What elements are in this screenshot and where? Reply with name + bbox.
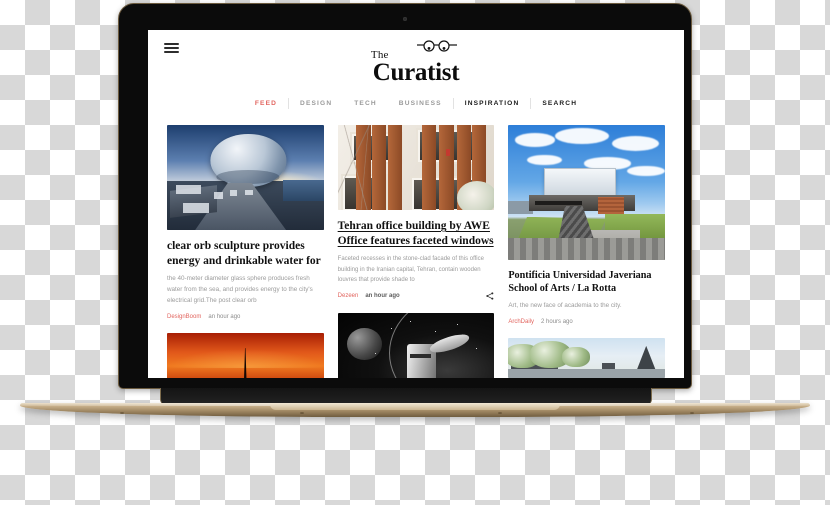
article-source[interactable]: DesignBoom [167,314,201,320]
article-excerpt: Art, the new face of academia to the cit… [508,302,622,310]
article-thumbnail-faceted-facade[interactable] [337,125,495,210]
laptop-foot [300,412,304,414]
feed-column-1: clear orb sculpture provides energy and … [167,125,324,378]
article-title[interactable]: Pontificia Universidad Javeriana School … [508,269,665,295]
main-nav: FEED DESIGN TECH BUSINESS INSPIRATION SE… [148,98,684,109]
laptop-screen: The Curatist FEED DESIGN TECH BUSINESS I… [148,30,684,378]
article-card[interactable] [167,332,324,378]
laptop-foot [690,412,694,414]
logo-name-text: Curatist [372,59,460,86]
article-timestamp: an hour ago [365,293,400,300]
eyeglasses-icon [416,40,458,59]
article-grid: clear orb sculpture provides energy and … [167,125,665,378]
nav-item-business[interactable]: BUSINESS [388,100,453,107]
article-meta: DesignBoom an hour ago [167,314,324,320]
article-excerpt: the 40-meter diameter glass sphere produ… [167,275,313,304]
site-logo[interactable]: The Curatist [148,30,684,85]
article-thumbnail-university-building[interactable] [508,125,665,260]
article-meta: Dezeen an hour ago [338,292,495,300]
article-excerpt: Faceted recesses in the stone-clad facad… [337,256,484,283]
article-thumbnail-trees-rooftops[interactable] [508,337,665,378]
hamburger-menu-icon[interactable] [164,43,179,53]
nav-item-inspiration[interactable]: INSPIRATION [454,100,531,107]
article-source[interactable]: ArchDaily [508,319,534,325]
article-card[interactable]: clear orb sculpture provides energy and … [167,125,324,320]
nav-item-tech[interactable]: TECH [343,100,388,107]
article-card[interactable]: Tehran office building by AWE Office fea… [337,125,495,301]
article-thumbnail-sunset-spire[interactable] [167,332,324,378]
webcam-icon [403,17,407,21]
nav-item-search[interactable]: SEARCH [531,100,588,107]
article-meta: ArchDaily 2 hours ago [508,319,665,325]
webpage: The Curatist FEED DESIGN TECH BUSINESS I… [148,30,684,378]
article-card[interactable] [508,337,665,378]
article-source[interactable]: Dezeen [338,293,359,299]
article-timestamp: an hour ago [208,313,241,320]
nav-item-feed[interactable]: FEED [244,100,288,107]
feed-column-2: Tehran office building by AWE Office fea… [337,125,495,378]
nav-item-design[interactable]: DESIGN [289,100,343,107]
article-thumbnail-orb-sculpture[interactable] [167,125,324,230]
article-thumbnail-space-scene[interactable] [337,313,495,378]
laptop-foot [120,412,124,414]
article-card[interactable]: Pontificia Universidad Javeriana School … [508,125,665,325]
article-title[interactable]: clear orb sculpture provides energy and … [167,239,324,268]
article-timestamp: 2 hours ago [541,318,573,325]
laptop-mockup: The Curatist FEED DESIGN TECH BUSINESS I… [0,0,830,505]
feed-column-3: Pontificia Universidad Javeriana School … [508,125,665,378]
laptop-foot [498,412,502,414]
article-title[interactable]: Tehran office building by AWE Office fea… [338,219,495,248]
share-icon[interactable] [486,292,494,300]
laptop-front-notch [270,403,560,410]
article-card[interactable] [337,313,495,378]
logo-the-text: The [370,48,389,61]
